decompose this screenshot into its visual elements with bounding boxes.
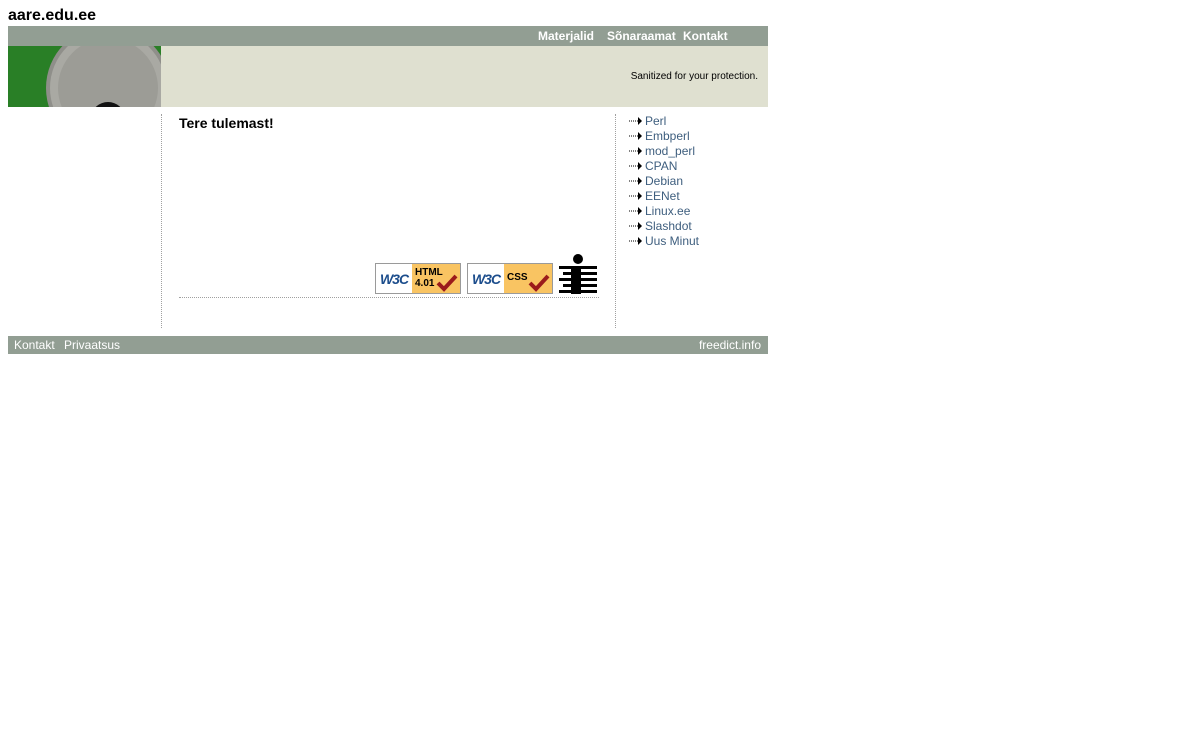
- disc-graphic-icon: [8, 46, 161, 107]
- sidebar-link[interactable]: Debian: [629, 174, 759, 189]
- content-divider: [179, 297, 599, 298]
- badge-label-version: 4.01: [415, 278, 435, 289]
- w3c-css-badge[interactable]: W3C CSS: [467, 263, 553, 294]
- sidebar-link[interactable]: Uus Minut: [629, 234, 759, 249]
- sidebar-link[interactable]: Slashdot: [629, 219, 759, 234]
- sidebar-link[interactable]: Embperl: [629, 129, 759, 144]
- dotted-arrow-icon: [629, 162, 642, 170]
- banner-image: [8, 46, 161, 107]
- sidebar-link[interactable]: mod_perl: [629, 144, 759, 159]
- dotted-arrow-icon: [629, 207, 642, 215]
- badge-label-css: CSS: [507, 272, 528, 283]
- footer-bar: Kontakt Privaatsus freedict.info: [8, 336, 768, 354]
- dotted-arrow-icon: [629, 147, 642, 155]
- sidebar-link[interactable]: CPAN: [629, 159, 759, 174]
- sidebar-link[interactable]: Perl: [629, 114, 759, 129]
- page-title: Tere tulemast!: [179, 115, 274, 131]
- sidebar-link[interactable]: EENet: [629, 189, 759, 204]
- footer-link-freedict[interactable]: freedict.info: [699, 338, 761, 352]
- dotted-arrow-icon: [629, 117, 642, 125]
- checkmark-icon: [528, 274, 550, 292]
- dotted-arrow-icon: [629, 237, 642, 245]
- header-banner: Sanitized for your protection.: [8, 46, 768, 107]
- nav-link-materjalid[interactable]: Materjalid: [538, 29, 594, 43]
- sidebar-link[interactable]: Linux.ee: [629, 204, 759, 219]
- top-navigation: Materjalid Sõnaraamat Kontakt: [8, 26, 768, 46]
- site-title: aare.edu.ee: [8, 7, 97, 24]
- w3c-html-badge[interactable]: W3C HTML 4.01: [375, 263, 461, 294]
- nav-link-kontakt[interactable]: Kontakt: [683, 29, 728, 43]
- nav-link-sonaraamat[interactable]: Sõnaraamat: [607, 29, 676, 43]
- dotted-arrow-icon: [629, 177, 642, 185]
- banner-notice: Sanitized for your protection.: [630, 71, 758, 82]
- dotted-arrow-icon: [629, 192, 642, 200]
- dotted-arrow-icon: [629, 222, 642, 230]
- sidebar-links: Perl Embperl mod_perl CPAN Debian EENet …: [629, 114, 759, 249]
- footer-link-kontakt[interactable]: Kontakt: [14, 338, 55, 352]
- accessibility-logo-icon[interactable]: [557, 254, 599, 294]
- footer-link-privaatsus[interactable]: Privaatsus: [64, 338, 120, 352]
- w3c-logo-icon: W3C: [471, 270, 501, 287]
- w3c-logo-icon: W3C: [379, 270, 409, 287]
- dotted-arrow-icon: [629, 132, 642, 140]
- checkmark-icon: [436, 274, 458, 292]
- main-content: Tere tulemast! W3C HTML 4.01 W3C CSS: [161, 114, 616, 328]
